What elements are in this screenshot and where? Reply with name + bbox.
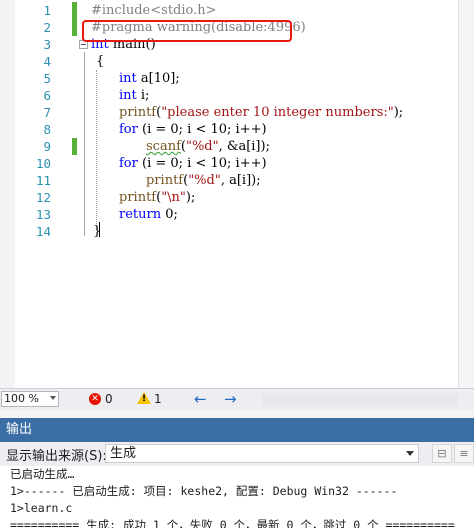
code-line-14[interactable]: }: [91, 223, 403, 240]
line-number: 1: [43, 3, 51, 18]
keyword: int: [119, 71, 137, 86]
zoom-dropdown[interactable]: 100 %: [1, 391, 59, 407]
code-text: , &a[i]);: [218, 139, 270, 154]
code-text: (i = 0; i < 10; i++): [137, 156, 267, 171]
string-literal: "\n": [161, 190, 186, 205]
line-number: 13: [35, 207, 51, 222]
function-name: printf: [146, 173, 184, 188]
keyword: int: [119, 88, 137, 103]
find-message-icon[interactable]: ⊟: [432, 444, 452, 463]
keyword: for: [119, 156, 138, 171]
output-toolbar: 显示输出来源(S): 生成 ⊟ ≡: [0, 442, 474, 466]
code-line-11[interactable]: printf("%d", a[i]);: [91, 172, 403, 189]
change-indicator-bar: [72, 2, 77, 36]
line-number: 7: [43, 105, 51, 120]
line-number: 14: [35, 224, 51, 239]
preprocessor-directive: #include<stdio.h>: [91, 3, 217, 18]
line-number: 11: [35, 173, 51, 188]
chevron-down-icon: [406, 451, 414, 456]
output-source-value: 生成: [110, 446, 137, 461]
navigate-forward-arrow-icon[interactable]: →: [224, 390, 237, 408]
line-number: 3: [43, 37, 51, 52]
code-text: i;: [136, 88, 150, 103]
horizontal-scrollbar[interactable]: [262, 393, 458, 405]
annotation-highlight-box: [82, 20, 292, 42]
output-line: ========== 生成: 成功 1 个，失败 0 个，最新 0 个，跳过 0…: [10, 518, 455, 528]
brace: {: [96, 54, 105, 69]
error-count[interactable]: 0: [105, 392, 113, 406]
line-number: 2: [43, 20, 51, 35]
code-line-4[interactable]: {: [91, 53, 403, 70]
code-line-7[interactable]: printf("please enter 10 integer numbers:…: [91, 104, 403, 121]
code-text: a[10];: [136, 71, 180, 86]
code-line-12[interactable]: printf("\n");: [91, 189, 403, 206]
function-name-warning: scanf: [146, 139, 181, 154]
keyword: for: [119, 122, 138, 137]
output-line: 1>learn.c: [10, 501, 73, 515]
vertical-scrollbar[interactable]: [458, 0, 474, 388]
output-line: 已启动生成…: [10, 467, 75, 481]
line-number: 9: [43, 139, 51, 154]
line-number-gutter: 1 2 3 4 5 6 7 8 9 10 11 12 13 14: [15, 2, 51, 240]
code-line-9[interactable]: scanf("%d", &a[i]);: [91, 138, 403, 155]
code-text: );: [185, 190, 196, 205]
line-number: 12: [35, 190, 51, 205]
code-line-8[interactable]: for (i = 0; i < 10; i++): [91, 121, 403, 138]
code-text: 0;: [161, 207, 178, 222]
code-text: (i = 0; i < 10; i++): [137, 122, 267, 137]
code-line-13[interactable]: return 0;: [91, 206, 403, 223]
function-name: printf: [119, 190, 157, 205]
output-text-area[interactable]: 已启动生成… 1>------ 已启动生成: 项目: keshe2, 配置: D…: [0, 466, 474, 528]
keyword: return: [119, 207, 162, 222]
code-line-5[interactable]: int a[10];: [91, 70, 403, 87]
code-line-10[interactable]: for (i = 0; i < 10; i++): [91, 155, 403, 172]
editor-status-bar: 100 % ✕ 0 ! 1 ← →: [0, 388, 474, 410]
line-number: 8: [43, 122, 51, 137]
output-source-label: 显示输出来源(S):: [6, 449, 107, 464]
line-number: 10: [35, 156, 51, 171]
string-literal: "please enter 10 integer numbers:": [161, 105, 394, 120]
text-caret: [99, 222, 100, 237]
function-name: printf: [119, 105, 157, 120]
code-line-1[interactable]: #include<stdio.h>: [91, 2, 403, 19]
outline-fold-line: [84, 52, 85, 236]
string-literal: "%d": [188, 173, 221, 188]
output-source-dropdown[interactable]: 生成: [105, 444, 419, 463]
change-indicator-bar: [72, 138, 77, 155]
code-line-6[interactable]: int i;: [91, 87, 403, 104]
brace: }: [93, 224, 102, 239]
code-text: , a[i]);: [220, 173, 261, 188]
code-editor[interactable]: 1 2 3 4 5 6 7 8 9 10 11 12 13 14 #includ…: [0, 0, 474, 388]
line-number: 5: [43, 71, 51, 86]
code-text: );: [393, 105, 404, 120]
string-literal: "%d": [185, 139, 219, 154]
output-line: 1>------ 已启动生成: 项目: keshe2, 配置: Debug Wi…: [10, 484, 398, 498]
warning-count[interactable]: 1: [154, 392, 162, 406]
line-number: 4: [43, 54, 51, 69]
glyph-margin[interactable]: [0, 0, 15, 388]
zoom-value: 100 %: [4, 392, 39, 405]
output-panel-title[interactable]: 输出: [0, 418, 474, 442]
error-icon[interactable]: ✕: [89, 393, 101, 405]
clear-all-icon[interactable]: ≡: [454, 444, 474, 463]
chevron-down-icon: [50, 396, 56, 400]
warning-icon[interactable]: !: [137, 392, 151, 404]
output-panel: 输出 显示输出来源(S): 生成 ⊟ ≡ 已启动生成… 1>------ 已启动…: [0, 410, 474, 528]
line-number: 6: [43, 88, 51, 103]
navigate-back-arrow-icon[interactable]: ←: [194, 390, 207, 408]
